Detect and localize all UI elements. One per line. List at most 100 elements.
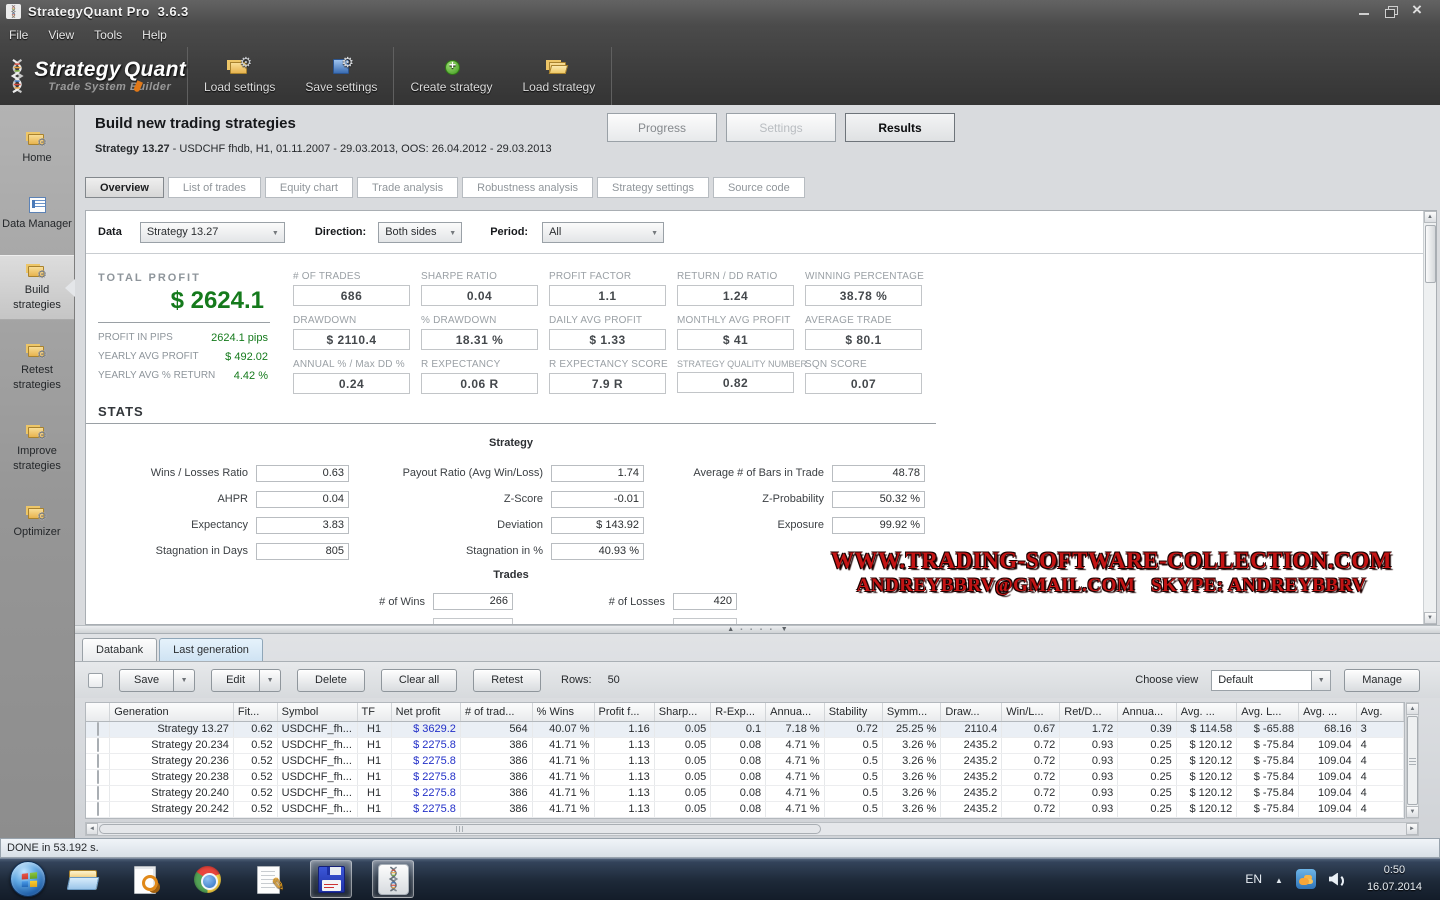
column-header-avg-l[interactable]: Avg. L... bbox=[1237, 703, 1299, 721]
row-checkbox[interactable] bbox=[97, 754, 99, 768]
select-all-checkbox[interactable] bbox=[88, 673, 103, 688]
column-header-win-l[interactable]: Win/L... bbox=[1002, 703, 1060, 721]
column-header-fit[interactable]: Fit... bbox=[233, 703, 277, 721]
column-header-sharp[interactable]: Sharp... bbox=[654, 703, 710, 721]
clock[interactable]: 0:50 16.07.2014 bbox=[1357, 862, 1432, 896]
load-strategy-button[interactable]: Load strategy bbox=[507, 47, 610, 105]
table-horizontal-scrollbar[interactable] bbox=[85, 822, 1419, 836]
row-checkbox[interactable] bbox=[97, 770, 99, 784]
column-header-annua[interactable]: Annua... bbox=[1118, 703, 1177, 721]
column-header-generation[interactable]: Generation bbox=[110, 703, 234, 721]
row-checkbox[interactable] bbox=[97, 786, 99, 800]
row-checkbox[interactable] bbox=[97, 722, 99, 736]
overview-scrollbar[interactable] bbox=[1423, 211, 1436, 624]
taskbar-app-search-document[interactable] bbox=[124, 860, 166, 898]
scroll-up-icon[interactable] bbox=[1424, 211, 1437, 223]
databank-tab-last-generation[interactable]: Last generation bbox=[159, 638, 263, 661]
column-header-symm[interactable]: Symm... bbox=[882, 703, 940, 721]
save-settings-button[interactable]: Save settings bbox=[290, 47, 392, 105]
column-header-wins[interactable]: % Wins bbox=[532, 703, 594, 721]
sidebar-item-improve-strategies[interactable]: Improve strategies bbox=[0, 416, 74, 482]
save-button[interactable]: Save bbox=[119, 669, 174, 692]
language-indicator[interactable]: EN bbox=[1245, 872, 1262, 886]
choose-view-dropdown[interactable]: Default bbox=[1211, 670, 1331, 691]
tab-strategy-settings[interactable]: Strategy settings bbox=[597, 177, 709, 198]
show-hidden-icons[interactable] bbox=[1275, 870, 1283, 888]
column-header-net-profit[interactable]: Net profit bbox=[391, 703, 460, 721]
row-checkbox[interactable] bbox=[97, 802, 99, 816]
menu-tools[interactable]: Tools bbox=[94, 28, 122, 42]
table-row[interactable]: Strategy 20.2340.52USDCHF_fh...H1$ 2275.… bbox=[86, 737, 1404, 753]
taskbar-app-floppy-disk[interactable] bbox=[310, 860, 352, 898]
column-header-r-exp[interactable]: R-Exp... bbox=[711, 703, 766, 721]
scrollbar-thumb[interactable] bbox=[99, 824, 821, 834]
column-header-avg[interactable]: Avg. ... bbox=[1176, 703, 1237, 721]
sidebar-item-home[interactable]: Home bbox=[0, 123, 74, 174]
taskbar-app-chrome[interactable] bbox=[186, 860, 228, 898]
cloud-tray-icon[interactable] bbox=[1296, 869, 1316, 889]
close-icon[interactable] bbox=[1410, 5, 1424, 18]
table-row[interactable]: Strategy 20.2360.52USDCHF_fh...H1$ 2275.… bbox=[86, 753, 1404, 769]
tab-trade-analysis[interactable]: Trade analysis bbox=[357, 177, 458, 198]
column-header-ret-d[interactable]: Ret/D... bbox=[1060, 703, 1118, 721]
taskbar-app-explorer-folder[interactable] bbox=[62, 860, 104, 898]
tab-robustness-analysis[interactable]: Robustness analysis bbox=[462, 177, 593, 198]
column-header-profit-f[interactable]: Profit f... bbox=[594, 703, 654, 721]
sidebar-item-retest-strategies[interactable]: Retest strategies bbox=[0, 335, 74, 401]
row-checkbox[interactable] bbox=[97, 738, 99, 752]
menu-help[interactable]: Help bbox=[142, 28, 167, 42]
progress-button[interactable]: Progress bbox=[607, 113, 717, 142]
column-header-symbol[interactable]: Symbol bbox=[277, 703, 357, 721]
collapse-up-icon[interactable] bbox=[727, 626, 734, 633]
tab-source-code[interactable]: Source code bbox=[713, 177, 805, 198]
column-header-draw[interactable]: Draw... bbox=[941, 703, 1002, 721]
speaker-icon[interactable] bbox=[1329, 872, 1344, 887]
sidebar-item-optimizer[interactable]: Optimizer bbox=[0, 497, 74, 548]
scroll-down-icon[interactable] bbox=[1406, 806, 1419, 818]
tab-equity-chart[interactable]: Equity chart bbox=[265, 177, 353, 198]
delete-button[interactable]: Delete bbox=[297, 669, 365, 692]
column-header-of-trad[interactable]: # of trad... bbox=[460, 703, 532, 721]
column-header-stability[interactable]: Stability bbox=[824, 703, 882, 721]
column-header-tf[interactable]: TF bbox=[357, 703, 391, 721]
clear-all-button[interactable]: Clear all bbox=[381, 669, 457, 692]
scroll-left-icon[interactable] bbox=[86, 823, 98, 835]
splitter-grip[interactable] bbox=[740, 627, 775, 633]
sidebar-item-build-strategies[interactable]: Build strategies bbox=[0, 255, 74, 321]
menu-file[interactable]: File bbox=[9, 28, 28, 42]
load-settings-button[interactable]: Load settings bbox=[189, 47, 290, 105]
scroll-down-icon[interactable] bbox=[1424, 612, 1437, 624]
edit-button[interactable]: Edit bbox=[211, 669, 260, 692]
table-vertical-scrollbar[interactable] bbox=[1406, 702, 1419, 819]
period-dropdown[interactable]: All bbox=[542, 222, 664, 243]
table-row[interactable]: Strategy 20.2380.52USDCHF_fh...H1$ 2275.… bbox=[86, 769, 1404, 785]
scroll-up-icon[interactable] bbox=[1406, 703, 1419, 715]
scrollbar-thumb[interactable] bbox=[1425, 225, 1436, 283]
menu-view[interactable]: View bbox=[48, 28, 74, 42]
minimize-icon[interactable] bbox=[1358, 5, 1372, 18]
create-strategy-button[interactable]: Create strategy bbox=[395, 47, 507, 105]
taskbar-app-strategyquant-dna[interactable] bbox=[372, 860, 414, 898]
tab-overview[interactable]: Overview bbox=[85, 177, 164, 198]
panel-splitter[interactable] bbox=[75, 625, 1440, 634]
column-header-avg[interactable]: Avg. ... bbox=[1299, 703, 1357, 721]
data-dropdown[interactable]: Strategy 13.27 bbox=[140, 222, 285, 243]
collapse-down-icon[interactable] bbox=[781, 626, 788, 633]
start-button[interactable] bbox=[10, 861, 46, 897]
table-row[interactable]: Strategy 13.270.62USDCHF_fh...H1$ 3629.2… bbox=[86, 721, 1404, 737]
table-row[interactable]: Strategy 20.2400.52USDCHF_fh...H1$ 2275.… bbox=[86, 785, 1404, 801]
databank-tab-databank[interactable]: Databank bbox=[82, 638, 157, 661]
save-menu-arrow-icon[interactable] bbox=[174, 669, 195, 692]
restore-icon[interactable] bbox=[1384, 5, 1398, 18]
tab-list-of-trades[interactable]: List of trades bbox=[168, 177, 261, 198]
results-button[interactable]: Results bbox=[845, 113, 955, 142]
column-header-avg[interactable]: Avg. bbox=[1356, 703, 1403, 721]
edit-menu-arrow-icon[interactable] bbox=[260, 669, 281, 692]
scrollbar-thumb[interactable] bbox=[1407, 716, 1418, 805]
table-row[interactable]: Strategy 20.2420.52USDCHF_fh...H1$ 2275.… bbox=[86, 801, 1404, 817]
manage-button[interactable]: Manage bbox=[1344, 669, 1420, 692]
column-header-annua[interactable]: Annua... bbox=[766, 703, 825, 721]
direction-dropdown[interactable]: Both sides bbox=[378, 222, 462, 243]
sidebar-item-data-manager[interactable]: Data Manager bbox=[0, 189, 74, 240]
taskbar-app-notepad[interactable] bbox=[248, 860, 290, 898]
